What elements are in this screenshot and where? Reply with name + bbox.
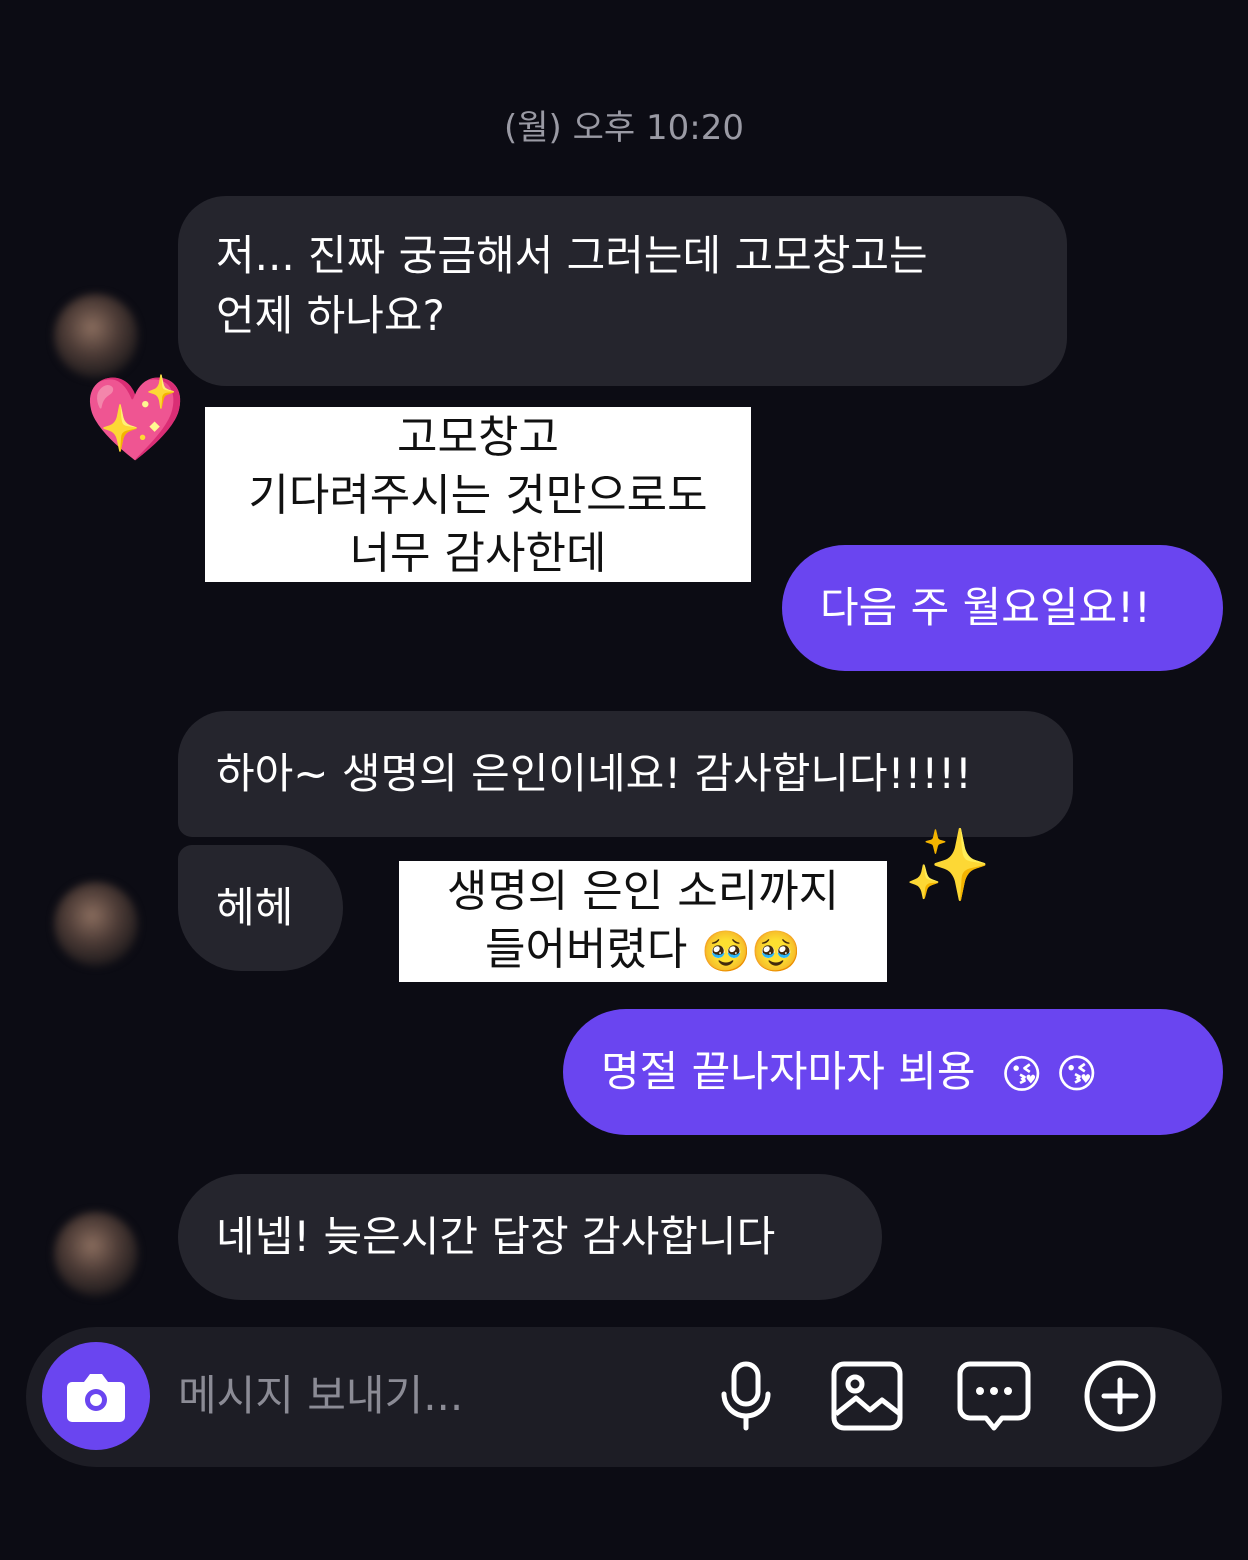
sparkles-emoji: ✨ — [904, 824, 992, 906]
sparkling-heart-emoji: 💖 — [84, 372, 187, 467]
caption-line: 들어버렸다 🥹🥹 — [484, 924, 802, 975]
chat-timestamp: (월) 오후 10:20 — [504, 108, 744, 148]
caption-overlay-1: 고모창고 기다려주시는 것만으로도 너무 감사한데 — [205, 407, 751, 582]
message-text-line-2: 언제 하나요? — [216, 291, 445, 340]
kissing-face-emoji: 😘 — [1000, 1051, 1043, 1098]
incoming-message-1[interactable]: 저... 진짜 궁금해서 그러는데 고모창고는 언제 하나요? — [178, 196, 1067, 386]
message-text-line-1: 저... 진짜 궁금해서 그러는데 고모창고는 — [216, 231, 928, 280]
camera-icon — [67, 1374, 125, 1422]
pleading-face-emoji: 🥹 — [701, 929, 752, 975]
caption-line: 고모창고 — [397, 412, 559, 463]
microphone-icon — [721, 1361, 771, 1431]
message-text: 헤헤 — [216, 883, 294, 932]
caption-line: 기다려주시는 것만으로도 — [248, 470, 708, 521]
microphone-button[interactable] — [708, 1358, 784, 1434]
caption-line: 너무 감사한데 — [349, 528, 607, 579]
pleading-face-emoji: 🥹 — [751, 929, 802, 975]
sender-avatar[interactable] — [54, 294, 138, 378]
sticker-button[interactable] — [956, 1358, 1032, 1434]
add-button[interactable] — [1082, 1358, 1158, 1434]
outgoing-message-1[interactable]: 다음 주 월요일요!! — [782, 545, 1223, 671]
sender-avatar[interactable] — [54, 882, 138, 966]
message-text: 네넵! 늦은시간 답장 감사합니다 — [216, 1212, 776, 1261]
image-button[interactable] — [830, 1358, 906, 1434]
camera-button[interactable] — [42, 1342, 150, 1450]
incoming-message-4[interactable]: 네넵! 늦은시간 답장 감사합니다 — [178, 1174, 882, 1300]
caption-line: 생명의 은인 소리까지 — [446, 866, 840, 917]
caption-overlay-2: 생명의 은인 소리까지 들어버렸다 🥹🥹 — [399, 861, 887, 982]
message-input[interactable]: 메시지 보내기... — [178, 1364, 463, 1428]
image-icon — [831, 1361, 903, 1431]
incoming-message-2[interactable]: 하아~ 생명의 은인이네요! 감사합니다!!!!! — [178, 711, 1073, 837]
message-text: 다음 주 월요일요!! — [820, 583, 1151, 632]
message-text: 하아~ 생명의 은인이네요! 감사합니다!!!!! — [216, 749, 972, 798]
outgoing-message-2[interactable]: 명절 끝나자마자 뵈용 😘 😘 — [563, 1009, 1223, 1135]
incoming-message-3[interactable]: 헤헤 — [178, 845, 343, 971]
chat-dots-icon — [957, 1361, 1031, 1431]
kissing-face-emoji: 😘 — [1055, 1051, 1098, 1098]
sender-avatar[interactable] — [54, 1212, 138, 1296]
plus-circle-icon — [1084, 1360, 1156, 1432]
message-text: 명절 끝나자마자 뵈용 — [601, 1047, 976, 1096]
